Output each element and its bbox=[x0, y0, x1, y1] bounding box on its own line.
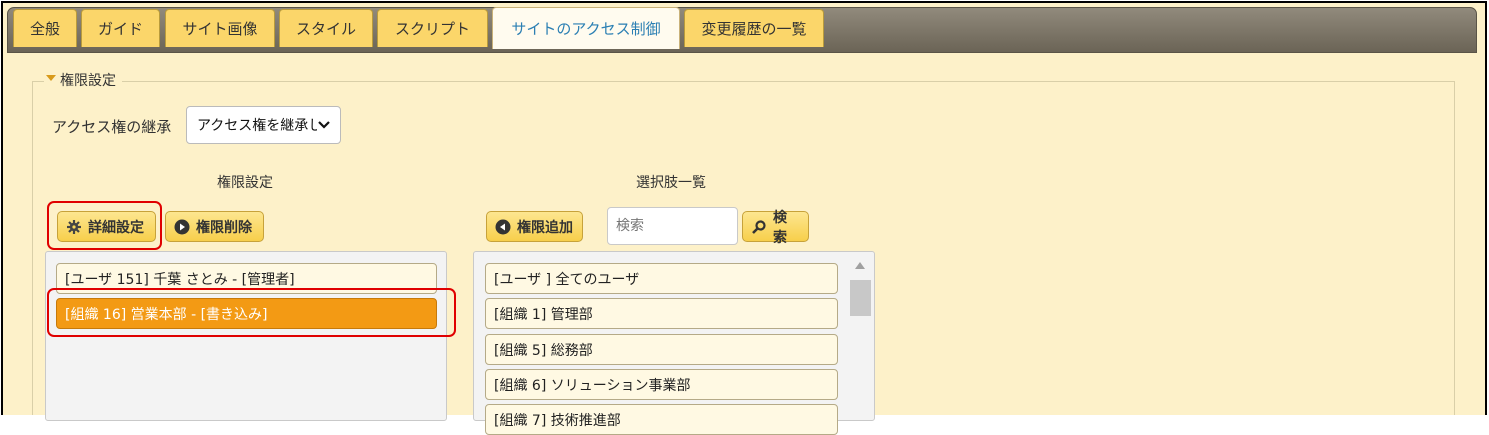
delete-permission-label: 権限削除 bbox=[196, 219, 252, 236]
right-heading: 選択肢一覧 bbox=[636, 175, 706, 191]
choice-item-org-7[interactable]: [組織 7] 技術推進部 bbox=[485, 404, 838, 435]
fieldset-border-left bbox=[32, 81, 33, 415]
tab-style[interactable]: スタイル bbox=[279, 9, 373, 47]
search-button-label: 検索 bbox=[773, 209, 787, 246]
tab-change-history[interactable]: 変更履歴の一覧 bbox=[684, 9, 824, 47]
section-legend-label: 権限設定 bbox=[60, 73, 116, 89]
highlight-box-item bbox=[47, 288, 456, 337]
choice-item-org-6[interactable]: [組織 6] ソリューション事業部 bbox=[485, 369, 838, 400]
left-heading: 権限設定 bbox=[217, 175, 273, 191]
tab-access-control[interactable]: サイトのアクセス制御 bbox=[492, 7, 680, 49]
section-legend[interactable]: 権限設定 bbox=[44, 70, 122, 90]
fieldset-border-right bbox=[1454, 81, 1455, 415]
add-permission-label: 権限追加 bbox=[517, 219, 573, 236]
search-icon bbox=[752, 219, 766, 234]
collapse-triangle-icon bbox=[46, 74, 56, 81]
search-button[interactable]: 検索 bbox=[742, 210, 809, 246]
add-permission-button[interactable]: 権限追加 bbox=[486, 211, 583, 242]
inherit-select[interactable]: アクセス権を継承しない bbox=[186, 106, 341, 144]
scroll-up-arrow-icon[interactable] bbox=[855, 262, 865, 269]
delete-permission-button[interactable]: 権限削除 bbox=[165, 211, 264, 242]
choice-item-all-users[interactable]: [ユーザ ] 全てのユーザ bbox=[485, 263, 838, 294]
tab-guide[interactable]: ガイド bbox=[81, 9, 160, 47]
tab-general[interactable]: 全般 bbox=[13, 9, 77, 47]
circle-arrow-left-icon bbox=[495, 219, 511, 234]
circle-arrow-right-icon bbox=[174, 219, 190, 234]
choice-item-org-5[interactable]: [組織 5] 総務部 bbox=[485, 334, 838, 365]
fieldset-border bbox=[32, 81, 1454, 82]
inherit-select-value: アクセス権を継承しない bbox=[197, 118, 317, 134]
highlight-box-detail bbox=[47, 201, 162, 250]
search-input[interactable] bbox=[607, 207, 738, 245]
chevron-down-icon bbox=[318, 121, 330, 129]
tab-script[interactable]: スクリプト bbox=[377, 9, 488, 47]
tab-site-images[interactable]: サイト画像 bbox=[165, 9, 275, 47]
inherit-label: アクセス権の継承 bbox=[52, 118, 172, 136]
scrollbar-thumb[interactable] bbox=[850, 280, 871, 316]
choice-item-org-1[interactable]: [組織 1] 管理部 bbox=[485, 298, 838, 329]
